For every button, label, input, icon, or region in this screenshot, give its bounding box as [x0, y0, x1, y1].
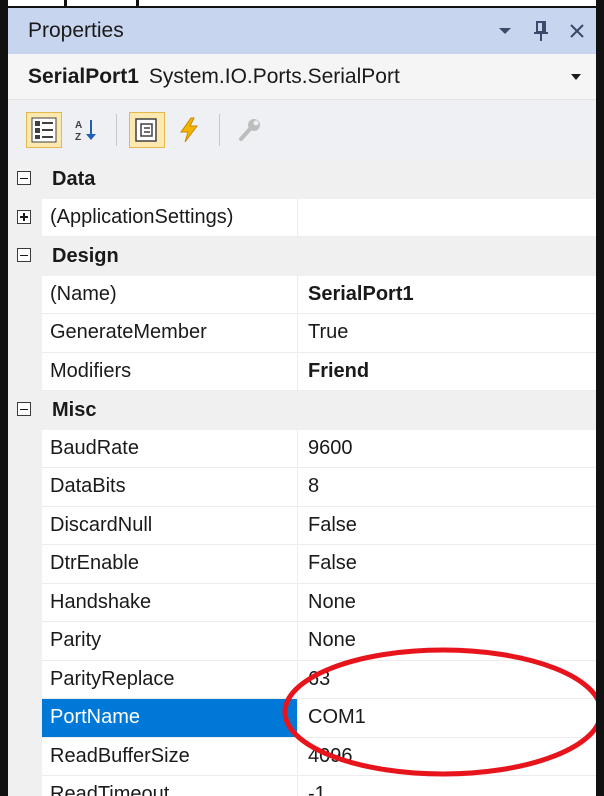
property-row-application-settings[interactable]: (ApplicationSettings): [8, 198, 596, 237]
events-icon: [180, 117, 198, 143]
category-label: Misc: [52, 398, 97, 421]
properties-panel: Properties SerialPort1 System.IO.Ports.S…: [8, 8, 596, 796]
alphabetical-icon: A Z: [75, 120, 96, 143]
property-name: GenerateMember: [42, 314, 298, 353]
top-edge-tick: [136, 0, 139, 8]
collapse-icon[interactable]: [17, 171, 31, 186]
property-value[interactable]: SerialPort1: [298, 276, 596, 314]
property-row-discard-null[interactable]: DiscardNull False: [8, 506, 596, 545]
property-name: DtrEnable: [42, 545, 298, 584]
properties-icon: [135, 118, 157, 142]
events-button[interactable]: [171, 112, 207, 148]
category-label: Design: [52, 244, 119, 267]
panel-title-bar: Properties: [8, 8, 596, 54]
object-selector[interactable]: SerialPort1 System.IO.Ports.SerialPort: [8, 54, 596, 100]
property-pages-icon: [239, 119, 260, 141]
row-gutter: [8, 545, 42, 584]
property-grid: Data (ApplicationSettings) Design (Name)…: [8, 160, 596, 796]
properties-toolbar: A Z: [8, 100, 596, 160]
title-bar-buttons: [494, 8, 588, 54]
property-name: Parity: [42, 622, 298, 661]
panel-title: Properties: [28, 19, 124, 42]
property-row-data-bits[interactable]: DataBits 8: [8, 468, 596, 507]
row-gutter: [8, 468, 42, 507]
svg-text:Z: Z: [75, 132, 81, 143]
object-type: System.IO.Ports.SerialPort: [148, 65, 400, 88]
right-border: [596, 0, 604, 796]
property-name: Modifiers: [42, 352, 298, 391]
categorized-button[interactable]: [26, 112, 62, 148]
property-value[interactable]: COM1: [298, 699, 596, 738]
row-gutter: [8, 352, 42, 391]
row-gutter: [8, 198, 42, 237]
expand-icon[interactable]: [17, 209, 31, 224]
property-row-handshake[interactable]: Handshake None: [8, 583, 596, 622]
property-value[interactable]: True: [298, 314, 596, 353]
row-gutter: [8, 506, 42, 545]
property-row-name[interactable]: (Name) SerialPort1: [8, 275, 596, 314]
property-value[interactable]: 8: [298, 468, 596, 507]
property-value[interactable]: Friend: [298, 353, 596, 391]
chevron-down-icon[interactable]: [494, 18, 516, 44]
category-data[interactable]: Data: [8, 160, 596, 199]
properties-window-frame: Properties SerialPort1 System.IO.Ports.S…: [0, 0, 604, 796]
property-row-dtr-enable[interactable]: DtrEnable False: [8, 545, 596, 584]
property-name: ParityReplace: [42, 660, 298, 699]
property-name: DiscardNull: [42, 506, 298, 545]
svg-text:A: A: [75, 120, 82, 131]
collapse-icon[interactable]: [17, 248, 31, 263]
left-border: [0, 0, 8, 796]
property-name: (ApplicationSettings): [42, 198, 298, 237]
row-gutter: [8, 429, 42, 468]
top-edge-tick: [64, 0, 67, 8]
property-value[interactable]: False: [298, 507, 596, 545]
category-design[interactable]: Design: [8, 237, 596, 276]
collapse-icon[interactable]: [17, 402, 31, 417]
property-row-modifiers[interactable]: Modifiers Friend: [8, 352, 596, 391]
row-gutter: [8, 583, 42, 622]
alphabetical-button[interactable]: A Z: [68, 112, 104, 148]
property-name: Handshake: [42, 583, 298, 622]
category-label: Data: [52, 167, 96, 190]
row-gutter: [8, 699, 42, 738]
property-value[interactable]: False: [298, 545, 596, 584]
row-gutter: [8, 776, 42, 796]
property-name: ReadBufferSize: [42, 737, 298, 776]
property-row-read-buffer-size[interactable]: ReadBufferSize 4096: [8, 737, 596, 776]
property-value[interactable]: -1: [298, 776, 596, 796]
property-name: DataBits: [42, 468, 298, 507]
row-gutter: [8, 314, 42, 353]
property-value[interactable]: 63: [298, 661, 596, 699]
row-gutter: [8, 737, 42, 776]
property-row-parity-replace[interactable]: ParityReplace 63: [8, 660, 596, 699]
top-edge: [0, 0, 604, 8]
property-row-parity[interactable]: Parity None: [8, 622, 596, 661]
toolbar-separator: [219, 114, 220, 146]
toolbar-separator: [116, 114, 117, 146]
row-gutter: [8, 622, 42, 661]
row-gutter: [8, 660, 42, 699]
property-value[interactable]: None: [298, 584, 596, 622]
property-name: BaudRate: [42, 429, 298, 468]
property-value[interactable]: 9600: [298, 430, 596, 468]
property-name: PortName: [42, 699, 298, 738]
properties-button[interactable]: [129, 112, 165, 148]
pin-icon[interactable]: [530, 18, 552, 44]
row-gutter: [8, 275, 42, 314]
property-name: ReadTimeout: [42, 776, 298, 796]
category-misc[interactable]: Misc: [8, 391, 596, 430]
property-row-read-timeout[interactable]: ReadTimeout -1: [8, 776, 596, 796]
property-row-baud-rate[interactable]: BaudRate 9600: [8, 429, 596, 468]
property-pages-button[interactable]: [232, 112, 268, 148]
property-row-generate-member[interactable]: GenerateMember True: [8, 314, 596, 353]
property-value[interactable]: 4096: [298, 738, 596, 776]
property-row-port-name[interactable]: PortName COM1: [8, 699, 596, 738]
property-name: (Name): [42, 275, 298, 314]
categorized-icon: [31, 117, 57, 143]
property-value[interactable]: None: [298, 622, 596, 661]
object-name: SerialPort1: [28, 65, 139, 88]
chevron-down-icon[interactable]: [570, 54, 582, 100]
close-icon[interactable]: [566, 18, 588, 44]
property-value[interactable]: [298, 199, 596, 237]
